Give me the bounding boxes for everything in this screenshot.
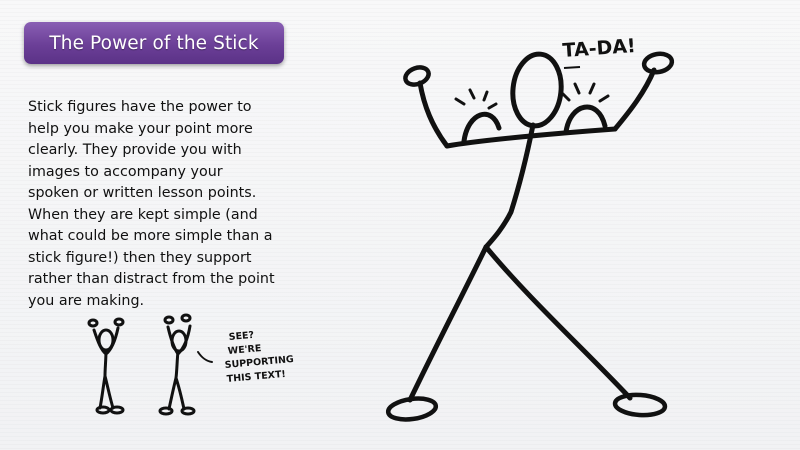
tada-caption: TA-DA! [562, 35, 637, 62]
small-figure-left-legs [98, 374, 115, 410]
small-stick-figure-right [158, 313, 213, 416]
big-figure-left-foot [385, 396, 439, 422]
small-stick-figure-left [87, 317, 125, 415]
speech-line-1: SEE? [228, 330, 254, 343]
big-figure-left-leg [407, 244, 489, 403]
tada-underline [563, 66, 581, 69]
flex-lines [454, 82, 610, 110]
slide-canvas: The Power of the Stick Stick figures hav… [0, 0, 800, 450]
speech-pointer-line [197, 351, 213, 363]
stick-figure-illustration: TA-DA! SEE? WE'RE SUPPORTING THIS TEXT! [87, 35, 675, 422]
big-figure-right-foot [612, 392, 668, 418]
big-figure-body [483, 122, 536, 250]
big-figure-left-arm [417, 80, 450, 149]
big-figure-head [510, 51, 564, 129]
big-figure-right-fist [641, 51, 675, 75]
speech-line-2: WE'RE [227, 343, 262, 357]
big-figure-left-bicep [461, 111, 502, 144]
big-figure-right-leg [483, 244, 633, 401]
big-figure-right-arm [612, 67, 657, 132]
small-figure-right-legs [167, 376, 186, 411]
speech-text: SEE? WE'RE SUPPORTING THIS TEXT! [224, 330, 294, 385]
big-stick-figure [407, 51, 657, 403]
big-figure-left-fist [403, 65, 431, 87]
speech-line-4: THIS TEXT! [226, 369, 286, 385]
